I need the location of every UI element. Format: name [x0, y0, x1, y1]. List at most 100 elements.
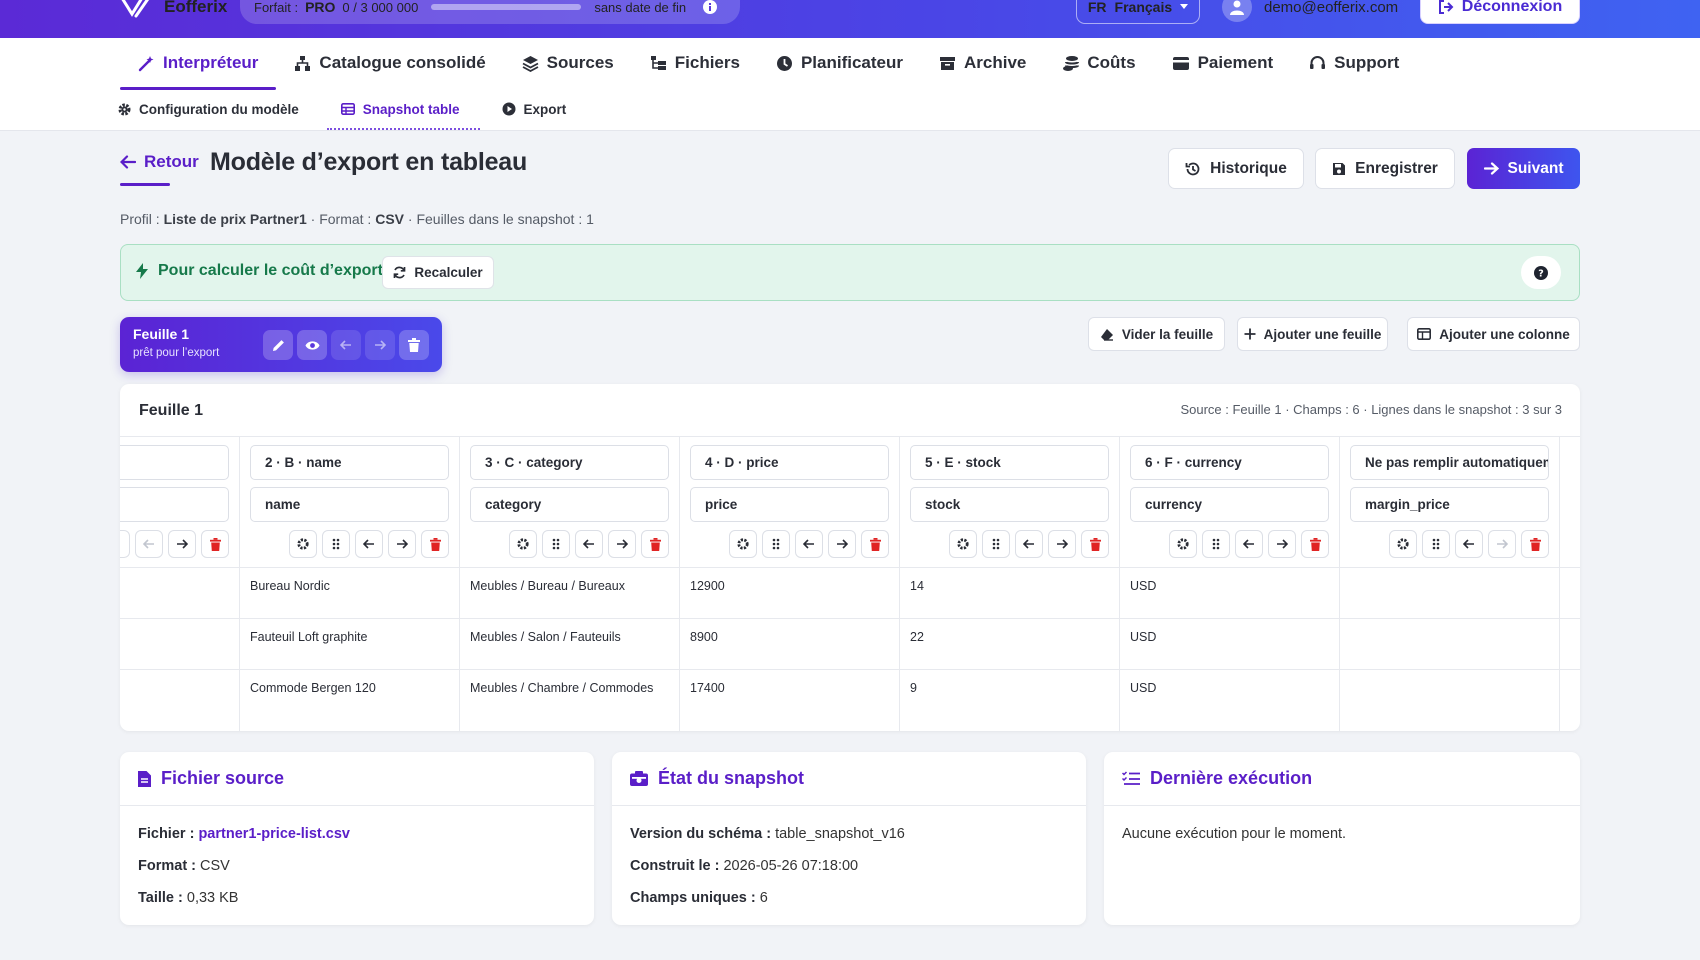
tab-configuration[interactable]: Configuration du modèle — [118, 88, 319, 130]
column-settings-button[interactable] — [729, 530, 757, 558]
user-menu[interactable]: demo@eofferix.com — [1222, 0, 1398, 22]
info-icon[interactable] — [703, 0, 718, 14]
delete-column-button[interactable] — [641, 530, 669, 558]
nav-item-paiement[interactable]: Paiement — [1154, 38, 1292, 88]
move-column-left-button[interactable] — [1015, 530, 1043, 558]
language-selector[interactable]: FR Français — [1076, 0, 1200, 24]
delete-column-button[interactable] — [1301, 530, 1329, 558]
column-drag-handle[interactable] — [1202, 530, 1230, 558]
column-drag-handle[interactable] — [542, 530, 570, 558]
column-drag-handle[interactable] — [982, 530, 1010, 558]
add-column-button[interactable]: Ajouter une colonne — [1407, 317, 1580, 351]
delete-sheet-button[interactable] — [399, 330, 429, 360]
move-column-right-button[interactable] — [1268, 530, 1296, 558]
move-column-left-button[interactable] — [135, 530, 163, 558]
clear-sheet-button[interactable]: Vider la feuille — [1088, 317, 1225, 351]
user-email: demo@eofferix.com — [1264, 0, 1399, 16]
move-column-right-button[interactable] — [608, 530, 636, 558]
column-field-input[interactable]: stock — [910, 487, 1109, 522]
column-header-input[interactable]: 6 · F · currency — [1130, 445, 1329, 480]
move-column-right-button[interactable] — [828, 530, 856, 558]
refresh-icon — [393, 266, 406, 279]
add-column-label: Ajouter une colonne — [1439, 326, 1570, 342]
column-header-input[interactable]: 1 · A · sku — [120, 445, 229, 480]
nav-item-sources[interactable]: Sources — [504, 38, 632, 88]
tab-label: Export — [523, 101, 567, 117]
add-sheet-button[interactable]: Ajouter une feuille — [1237, 317, 1388, 351]
history-button[interactable]: Historique — [1168, 148, 1304, 189]
move-column-left-button[interactable] — [355, 530, 383, 558]
column-drag-handle[interactable] — [120, 530, 130, 558]
delete-column-button[interactable] — [1521, 530, 1549, 558]
cost-banner-text: Pour calculer le coût d’export — [136, 262, 383, 280]
delete-column-button[interactable] — [201, 530, 229, 558]
nav-item-planificateur[interactable]: Planificateur — [758, 38, 921, 88]
user-avatar-icon — [1222, 0, 1252, 22]
column-settings-button[interactable] — [1389, 530, 1417, 558]
column-drag-handle[interactable] — [1422, 530, 1450, 558]
save-button[interactable]: Enregistrer — [1315, 148, 1455, 189]
nav-item-couts[interactable]: Coûts — [1044, 38, 1153, 88]
move-column-right-button[interactable] — [168, 530, 196, 558]
column-settings-button[interactable] — [289, 530, 317, 558]
tab-export[interactable]: Export — [502, 88, 587, 130]
column-header-input[interactable]: 3 · C · category — [470, 445, 669, 480]
move-column-left-button[interactable] — [1455, 530, 1483, 558]
column-settings-button[interactable] — [1169, 530, 1197, 558]
nav-item-catalogue[interactable]: Catalogue consolidé — [276, 38, 503, 88]
column-settings-button[interactable] — [509, 530, 537, 558]
column-field-input[interactable]: category — [470, 487, 669, 522]
table-cell: 12900 — [690, 579, 725, 593]
arrow-left-icon — [340, 340, 352, 350]
move-column-right-button[interactable] — [1048, 530, 1076, 558]
column-field-input[interactable]: margin_price — [1350, 487, 1549, 522]
move-sheet-right-button[interactable] — [365, 330, 395, 360]
column-header-input[interactable]: 2 · B · name — [250, 445, 449, 480]
last-run-text: Aucune exécution pour le moment. — [1122, 826, 1347, 842]
column-field-input[interactable]: sku — [120, 487, 229, 522]
logout-icon — [1438, 0, 1454, 15]
built-value: 2026-05-26 07:18:00 — [723, 858, 859, 874]
last-run-title: Dernière exécution — [1150, 768, 1313, 788]
move-column-right-button[interactable] — [388, 530, 416, 558]
column-field-input[interactable]: price — [690, 487, 889, 522]
help-button[interactable]: ? — [1521, 256, 1561, 289]
brand-logo[interactable]: Eofferix — [120, 0, 227, 20]
eye-icon — [305, 340, 320, 351]
move-column-left-button[interactable] — [795, 530, 823, 558]
preview-sheet-button[interactable] — [297, 330, 327, 360]
delete-column-button[interactable] — [861, 530, 889, 558]
column-drag-handle[interactable] — [762, 530, 790, 558]
delete-column-button[interactable] — [1081, 530, 1109, 558]
arrow-left-icon — [1023, 539, 1035, 549]
snapshot-table[interactable]: 1 · A · sku sku 2 · B · name name Bureau Nor… — [120, 436, 1580, 731]
column-header-input[interactable]: 4 · D · price — [690, 445, 889, 480]
recalculate-button[interactable]: Recalculer — [382, 256, 494, 289]
nav-item-archive[interactable]: Archive — [921, 38, 1044, 88]
nav-item-fichiers[interactable]: Fichiers — [632, 38, 758, 88]
logout-button[interactable]: Déconnexion — [1420, 0, 1580, 24]
delete-column-button[interactable] — [421, 530, 449, 558]
column-field-input[interactable]: currency — [1130, 487, 1329, 522]
column-header-input[interactable]: Ne pas remplir automatiquement — [1350, 445, 1549, 480]
tab-snapshot-table[interactable]: Snapshot table — [326, 88, 480, 130]
nav-label: Catalogue consolidé — [319, 53, 486, 72]
column-field-input[interactable]: name — [250, 487, 449, 522]
move-column-left-button[interactable] — [1235, 530, 1263, 558]
rename-sheet-button[interactable] — [263, 330, 293, 360]
tab-label: Snapshot table — [362, 101, 460, 117]
back-link[interactable]: Retour — [120, 152, 199, 172]
table-cell: USD — [1130, 630, 1157, 644]
source-file-link[interactable]: partner1-price-list.csv — [198, 826, 350, 842]
gear-icon — [118, 103, 131, 116]
move-sheet-left-button[interactable] — [331, 330, 361, 360]
nav-item-interpreteur[interactable]: Interpréteur — [120, 38, 277, 90]
column-settings-button[interactable] — [949, 530, 977, 558]
next-button[interactable]: Suivant — [1467, 148, 1580, 189]
format-label: Format : — [138, 858, 196, 874]
nav-item-support[interactable]: Support — [1291, 38, 1417, 88]
column-header-input[interactable]: 5 · E · stock — [910, 445, 1109, 480]
column-drag-handle[interactable] — [322, 530, 350, 558]
move-column-right-button[interactable] — [1488, 530, 1516, 558]
move-column-left-button[interactable] — [575, 530, 603, 558]
